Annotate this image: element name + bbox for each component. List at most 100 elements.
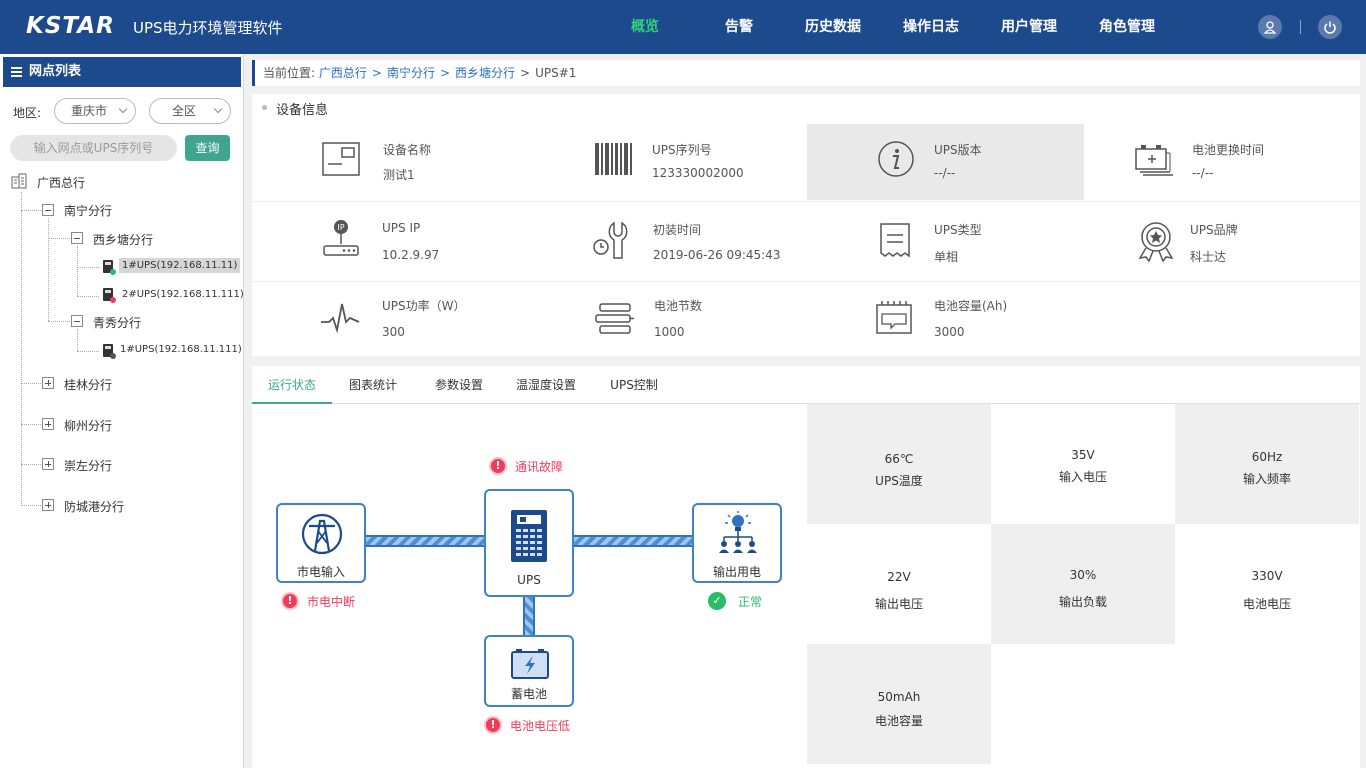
power-tower-icon (301, 513, 343, 555)
tree-node-nanning[interactable]: 南宁分行 (64, 202, 112, 219)
tab-chart-statistics[interactable]: 图表统计 (334, 366, 412, 404)
field-label: UPS版本 (934, 143, 982, 157)
field-value: 科士达 (1190, 250, 1227, 264)
nav-history[interactable]: 历史数据 (788, 0, 878, 54)
field-value: 3000 (934, 325, 965, 339)
tree-guide (77, 329, 78, 351)
tree-guide (77, 296, 99, 297)
metric-value: 35V (1071, 448, 1095, 462)
breadcrumb-sep: > (520, 66, 531, 80)
mains-input-node[interactable]: 市电输入 (276, 503, 366, 583)
tree-guide (48, 321, 70, 322)
battery-stack-icon (595, 303, 634, 334)
metric-input-voltage: 35V 输入电压 (991, 404, 1175, 524)
building-icon (11, 173, 27, 189)
field-value: 10.2.9.97 (382, 248, 440, 262)
field-label: UPS功率（W） (382, 299, 466, 313)
nav-operation-log[interactable]: 操作日志 (878, 0, 984, 54)
comm-status: ! 通讯故障 (489, 457, 563, 475)
tree-node-ups-3[interactable]: 1#UPS(192.168.11.111) (117, 342, 245, 357)
tab-running-status[interactable]: 运行状态 (252, 366, 332, 404)
district-select[interactable]: 全区 (149, 98, 231, 124)
alert-icon: ! (281, 592, 299, 610)
metric-value: 50mAh (877, 690, 921, 704)
metric-output-voltage: 22V 输出电压 (807, 524, 991, 644)
metric-label: 输出电压 (874, 597, 923, 611)
highlighted-cell (807, 124, 1084, 200)
city-select[interactable]: 重庆市 (54, 98, 136, 124)
tree-guide (77, 267, 99, 268)
field-label: 电池容量(Ah) (934, 299, 1008, 313)
metric-input-frequency: 60Hz 输入频率 (1175, 404, 1359, 524)
wrench-clock-icon (593, 221, 628, 259)
chevron-down-icon (213, 104, 223, 114)
power-flow-pipe (364, 535, 486, 547)
info-icon (878, 141, 914, 177)
output-node-label: 输出用电 (712, 565, 761, 579)
alert-icon: ! (484, 716, 502, 734)
tree-node-liuzhou[interactable]: 柳州分行 (64, 417, 112, 434)
tree-node-ups-1[interactable]: 1#UPS(192.168.11.11) (119, 258, 241, 273)
main-nav: 概览 告警 历史数据 操作日志 用户管理 角色管理 (600, 0, 1180, 54)
breadcrumb-link[interactable]: 南宁分行 (387, 66, 435, 80)
tree-node-qingxiu[interactable]: 青秀分行 (93, 314, 141, 331)
sidebar: 网点列表 地区: 重庆市 全区 查询 广西总行 南宁分行 西乡塘分行 1#UPS… (0, 54, 244, 768)
tab-ups-control[interactable]: UPS控制 (596, 366, 672, 404)
breadcrumb-link[interactable]: 西乡塘分行 (455, 66, 515, 80)
tree-node-xixiangtang[interactable]: 西乡塘分行 (93, 231, 153, 248)
metric-label: 输出负载 (1058, 595, 1107, 609)
tree-node-ups-2[interactable]: 2#UPS(192.168.11.111) (119, 287, 247, 302)
breadcrumb-sep: > (439, 66, 451, 80)
city-select-value: 重庆市 (70, 104, 107, 118)
ups-node[interactable]: UPS (484, 489, 574, 597)
pulse-icon (321, 303, 360, 334)
tab-temp-humidity-settings[interactable]: 温湿度设置 (506, 366, 586, 404)
collapse-icon[interactable] (71, 232, 83, 244)
sidebar-title: 网点列表 (29, 64, 82, 79)
nav-overview[interactable]: 概览 (600, 0, 690, 54)
battery-node[interactable]: 蓄电池 (484, 635, 574, 707)
expand-icon[interactable] (42, 377, 54, 389)
expand-icon[interactable] (42, 499, 54, 511)
field-label: UPS类型 (934, 223, 982, 237)
metric-value: 330V (1251, 569, 1283, 583)
alert-icon: ! (489, 457, 507, 475)
field-label: UPS品牌 (1190, 223, 1238, 237)
user-profile-icon[interactable] (1258, 15, 1282, 39)
tree-node-guilin[interactable]: 桂林分行 (64, 376, 112, 393)
ups-cabinet-icon (511, 510, 547, 562)
ups-device-icon (103, 344, 116, 359)
collapse-icon[interactable] (42, 204, 54, 216)
nav-user-management[interactable]: 用户管理 (984, 0, 1074, 54)
region-label: 地区: (13, 106, 42, 120)
nav-role-management[interactable]: 角色管理 (1074, 0, 1180, 54)
battery-replace-icon (1135, 145, 1173, 176)
metric-battery-voltage: 330V 电池电压 (1175, 524, 1359, 644)
collapse-icon[interactable] (71, 315, 83, 327)
expand-icon[interactable] (42, 418, 54, 430)
field-label: 初装时间 (653, 223, 702, 237)
power-output-icon (719, 511, 757, 553)
tree-node-fangchenggang[interactable]: 防城港分行 (64, 498, 124, 515)
metric-battery-capacity: 50mAh 电池容量 (807, 644, 991, 764)
tree-guide (21, 505, 41, 506)
tab-parameter-settings[interactable]: 参数设置 (420, 366, 498, 404)
power-logout-icon[interactable] (1318, 15, 1342, 39)
tree-guide (48, 218, 49, 321)
tab-bar: 运行状态 图表统计 参数设置 温湿度设置 UPS控制 (252, 366, 1360, 404)
output-node[interactable]: 输出用电 (692, 503, 782, 583)
nav-alarms[interactable]: 告警 (690, 0, 788, 54)
search-input[interactable] (10, 135, 177, 161)
battery-status: ! 电池电压低 (484, 716, 570, 734)
tree-node-root[interactable]: 广西总行 (37, 174, 85, 191)
metric-label: UPS温度 (875, 474, 923, 488)
svg-text:IP: IP (337, 223, 344, 232)
ups-device-icon (103, 260, 116, 275)
breadcrumb-current: UPS#1 (535, 66, 577, 80)
breadcrumb-link[interactable]: 广西总行 (319, 66, 367, 80)
sidebar-header: 网点列表 (3, 57, 241, 87)
query-button[interactable]: 查询 (185, 135, 230, 161)
tree-node-chongzuo[interactable]: 崇左分行 (64, 457, 112, 474)
expand-icon[interactable] (42, 458, 54, 470)
field-value: 测试1 (383, 168, 415, 182)
